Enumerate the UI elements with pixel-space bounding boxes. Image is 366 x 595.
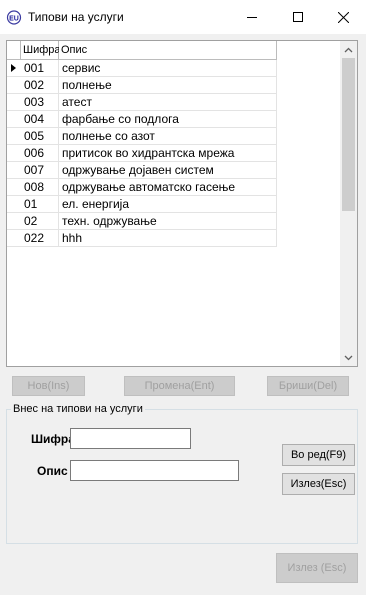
row-selector[interactable] xyxy=(7,213,21,230)
new-button[interactable]: Нов(Ins) xyxy=(12,376,85,396)
cell-code[interactable]: 022 xyxy=(21,230,59,247)
scroll-down-button[interactable] xyxy=(340,349,357,366)
grid-header: Шифра Опис xyxy=(7,41,277,60)
table-row[interactable]: 003 атест xyxy=(7,94,277,111)
cell-description[interactable]: полнење xyxy=(59,77,277,94)
cell-code[interactable]: 007 xyxy=(21,162,59,179)
maximize-button[interactable] xyxy=(275,0,321,34)
cell-code[interactable]: 008 xyxy=(21,179,59,196)
ok-button[interactable]: Во ред(F9) xyxy=(282,444,355,466)
grid-content: Шифра Опис 001 сервис 002 полнење 003 атест 00… xyxy=(7,41,340,366)
chevron-up-icon xyxy=(344,47,353,52)
close-button[interactable] xyxy=(320,0,366,34)
scroll-thumb[interactable] xyxy=(342,58,355,211)
row-selector[interactable] xyxy=(7,196,21,213)
cell-description[interactable]: одржување дојавен систем xyxy=(59,162,277,179)
table-row[interactable]: 005 полнење со азот xyxy=(7,128,277,145)
row-selector[interactable] xyxy=(7,94,21,111)
cell-code[interactable]: 003 xyxy=(21,94,59,111)
row-selector[interactable] xyxy=(7,60,21,77)
services-grid[interactable]: Шифра Опис 001 сервис 002 полнење 003 атест 00… xyxy=(6,40,358,367)
app-icon: EU xyxy=(6,10,22,25)
table-row[interactable]: 006 притисок во хидрантска мрежа xyxy=(7,145,277,162)
title-bar: EU Типови на услуги xyxy=(0,0,366,34)
vertical-scrollbar[interactable] xyxy=(340,41,357,366)
cancel-button[interactable]: Излез(Esc) xyxy=(282,473,355,495)
row-selector[interactable] xyxy=(7,77,21,94)
table-row[interactable]: 004 фарбање со подлога xyxy=(7,111,277,128)
column-header-description[interactable]: Опис xyxy=(59,41,277,60)
table-row[interactable]: 01 ел. енергија xyxy=(7,196,277,213)
cell-code[interactable]: 006 xyxy=(21,145,59,162)
row-selector[interactable] xyxy=(7,128,21,145)
code-field[interactable] xyxy=(70,428,191,449)
cell-code[interactable]: 02 xyxy=(21,213,59,230)
cell-description[interactable]: одржување автоматско гасење xyxy=(59,179,277,196)
row-selector[interactable] xyxy=(7,230,21,247)
column-header-code[interactable]: Шифра xyxy=(21,41,61,60)
minimize-button[interactable] xyxy=(229,0,275,34)
table-row[interactable]: 008 одржување автоматско гасење xyxy=(7,179,277,196)
close-icon xyxy=(337,11,349,23)
table-row[interactable]: 022 hhh xyxy=(7,230,277,247)
edit-button[interactable]: Промена(Ent) xyxy=(124,376,235,396)
cell-description[interactable]: притисок во хидрантска мрежа xyxy=(59,145,277,162)
grid-rows: 001 сервис 002 полнење 003 атест 004 фарбање со… xyxy=(7,60,277,247)
row-selector[interactable] xyxy=(7,111,21,128)
row-header-corner xyxy=(7,41,21,60)
row-selector[interactable] xyxy=(7,179,21,196)
exit-button[interactable]: Излез (Esc) xyxy=(276,553,358,583)
row-selector[interactable] xyxy=(7,145,21,162)
cell-description[interactable]: техн. одржување xyxy=(59,213,277,230)
svg-text:EU: EU xyxy=(9,16,19,23)
cell-code[interactable]: 004 xyxy=(21,111,59,128)
entry-group-title: Внес на типови на услуги xyxy=(11,403,145,415)
table-row[interactable]: 007 одржување дојавен систем xyxy=(7,162,277,179)
table-row[interactable]: 02 техн. одржување xyxy=(7,213,277,230)
cell-code[interactable]: 01 xyxy=(21,196,59,213)
table-row[interactable]: 001 сервис xyxy=(7,60,277,77)
cell-description[interactable]: ел. енергија xyxy=(59,196,277,213)
cell-description[interactable]: фарбање со подлога xyxy=(59,111,277,128)
minimize-icon xyxy=(247,17,257,18)
window-title: Типови на услуги xyxy=(28,10,124,24)
description-label: Опис xyxy=(37,464,68,478)
row-selector[interactable] xyxy=(7,162,21,179)
scroll-up-button[interactable] xyxy=(340,41,357,58)
delete-button[interactable]: Бриши(Del) xyxy=(267,376,349,396)
table-row[interactable]: 002 полнење xyxy=(7,77,277,94)
cell-code[interactable]: 005 xyxy=(21,128,59,145)
maximize-icon xyxy=(293,12,303,22)
cell-description[interactable]: hhh xyxy=(59,230,277,247)
description-field[interactable] xyxy=(70,460,239,481)
cell-description[interactable]: полнење со азот xyxy=(59,128,277,145)
code-label: Шифра xyxy=(31,432,75,446)
cell-code[interactable]: 001 xyxy=(21,60,59,77)
chevron-down-icon xyxy=(344,355,353,360)
cell-description[interactable]: сервис xyxy=(59,60,277,77)
current-row-arrow-icon xyxy=(11,64,16,72)
cell-code[interactable]: 002 xyxy=(21,77,59,94)
cell-description[interactable]: атест xyxy=(59,94,277,111)
